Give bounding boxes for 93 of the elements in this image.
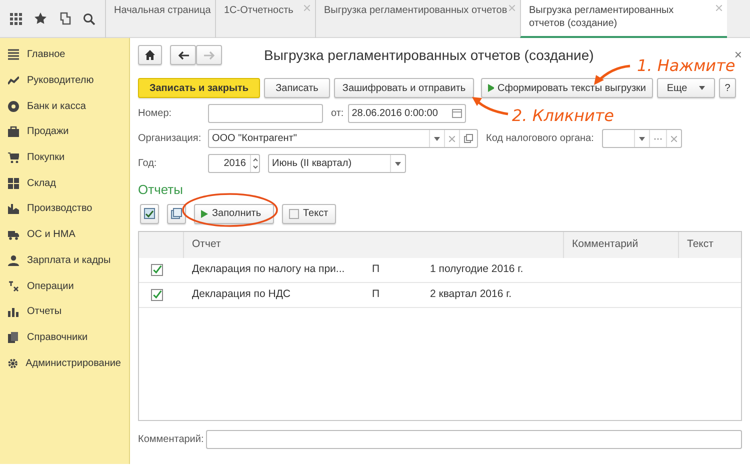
check-all-button[interactable] bbox=[140, 204, 159, 224]
clear-icon[interactable] bbox=[449, 136, 455, 142]
sidebar-item[interactable]: ОС и НМА bbox=[0, 222, 129, 248]
annotation-arrow bbox=[470, 96, 510, 118]
form-title: Выгрузка регламентированных отчетов (создание) bbox=[264, 46, 594, 65]
forward-arrow-icon bbox=[204, 50, 214, 60]
clear-icon[interactable] bbox=[670, 136, 677, 142]
toolbar-button[interactable]: ? bbox=[719, 78, 736, 98]
sidebar-item[interactable]: Банк и касса bbox=[0, 93, 129, 120]
dropdown-icon[interactable] bbox=[395, 162, 401, 166]
uncheck-all-button[interactable] bbox=[167, 204, 186, 224]
comment-field[interactable] bbox=[206, 430, 742, 448]
field-label: Комментарий: bbox=[138, 432, 205, 446]
number-field[interactable] bbox=[208, 104, 323, 123]
sidebar-item[interactable]: Главное bbox=[0, 42, 129, 68]
caret-icon bbox=[699, 86, 706, 90]
spin-arrows-icon[interactable] bbox=[250, 155, 259, 172]
field-label: Год: bbox=[138, 157, 158, 171]
star-icon[interactable] bbox=[34, 12, 47, 25]
tab[interactable]: Выгрузка регламентированных отчетов (создание) bbox=[520, 0, 727, 38]
menu-grid-icon[interactable] bbox=[10, 12, 22, 24]
field-label: Код налогового органа: bbox=[486, 132, 594, 146]
truck-icon bbox=[8, 229, 19, 240]
period-cell: 2 квартал 2016 г. bbox=[422, 282, 741, 308]
gear-icon bbox=[8, 358, 18, 369]
checkbox[interactable] bbox=[151, 288, 163, 300]
sidebar-item[interactable]: Продажи bbox=[0, 119, 129, 145]
checkmark-icon bbox=[152, 264, 162, 274]
column-header[interactable]: Отчет bbox=[184, 232, 564, 258]
checkmark-icon bbox=[152, 290, 162, 300]
calendar-icon[interactable] bbox=[452, 109, 462, 118]
date-field[interactable]: 28.06.2016 0:00:00 bbox=[348, 104, 466, 123]
menu-lines-icon bbox=[8, 49, 19, 60]
search-icon[interactable] bbox=[83, 12, 95, 24]
sidebar-item[interactable]: Производство bbox=[0, 196, 129, 222]
annotation-text: 2. Кликните bbox=[512, 105, 614, 127]
trend-icon bbox=[8, 75, 19, 86]
annotation-text: 1. Нажмите bbox=[637, 56, 736, 77]
sidebar-item[interactable]: Покупки bbox=[0, 144, 129, 170]
grid-icon bbox=[8, 178, 19, 189]
bar-chart-icon bbox=[8, 306, 19, 318]
column-header[interactable]: Комментарий bbox=[564, 232, 679, 258]
back-arrow-icon bbox=[178, 50, 188, 60]
dropdown-icon[interactable] bbox=[638, 136, 645, 140]
dropdown-icon[interactable] bbox=[434, 136, 440, 140]
organization-field[interactable]: ООО "Контрагент" bbox=[208, 129, 478, 148]
sidebar-item[interactable]: Руководителю bbox=[0, 68, 129, 94]
period-cell: 1 полугодие 2016 г. bbox=[422, 258, 741, 282]
sidebar-item[interactable]: Операции bbox=[0, 273, 129, 299]
column-header[interactable]: Текст bbox=[679, 232, 741, 258]
play-icon bbox=[488, 84, 494, 92]
back-button[interactable] bbox=[170, 45, 196, 65]
cart-icon bbox=[8, 152, 19, 164]
sidebar-item[interactable]: Администрирование bbox=[0, 350, 129, 376]
tab[interactable]: 1С-Отчетность bbox=[215, 0, 315, 38]
year-spin-field[interactable]: 2016 bbox=[208, 154, 260, 173]
open-icon[interactable] bbox=[464, 134, 473, 143]
toolbar-button[interactable]: Еще bbox=[657, 78, 715, 98]
table-cell: П bbox=[364, 258, 422, 282]
play-icon bbox=[201, 210, 208, 218]
bag-icon bbox=[8, 126, 19, 138]
sidebar-item[interactable]: Зарплата и кадры bbox=[0, 248, 129, 274]
text-button[interactable]: Текст bbox=[282, 204, 336, 224]
home-icon bbox=[145, 50, 155, 60]
checkbox-icon bbox=[289, 208, 299, 218]
operations-icon bbox=[8, 280, 19, 292]
table-cell: П bbox=[364, 282, 422, 308]
tax-office-field[interactable] bbox=[602, 129, 682, 148]
person-icon bbox=[8, 254, 19, 266]
report-name-cell: Декларация по НДС bbox=[184, 282, 364, 308]
sidebar-item[interactable]: Отчеты bbox=[0, 298, 129, 325]
field-label: Организация: bbox=[138, 132, 202, 146]
close-button[interactable]: × bbox=[734, 45, 742, 65]
home-button[interactable] bbox=[138, 45, 162, 65]
toolbar-button[interactable]: Зашифровать и отправить bbox=[334, 78, 474, 98]
toolbar-button[interactable]: Сформировать тексты выгрузки bbox=[481, 78, 653, 98]
period-select[interactable]: Июнь (II квартал) bbox=[268, 154, 406, 173]
toolbar-button[interactable]: Записать и закрыть bbox=[138, 78, 260, 98]
field-label: Номер: bbox=[138, 107, 173, 121]
books-icon bbox=[8, 332, 19, 343]
sidebar-item[interactable]: Справочники bbox=[0, 324, 129, 350]
checklist-icon bbox=[144, 208, 155, 219]
sidebar-item[interactable]: Склад bbox=[0, 170, 129, 196]
section-heading: Отчеты bbox=[138, 181, 183, 199]
fill-button[interactable]: Заполнить bbox=[194, 204, 274, 224]
factory-icon bbox=[8, 203, 19, 214]
field-label: от: bbox=[331, 107, 344, 121]
close-icon[interactable] bbox=[716, 5, 722, 11]
report-name-cell: Декларация по налогу на при... bbox=[184, 258, 364, 282]
toolbar-button[interactable]: Записать bbox=[264, 78, 330, 98]
coin-icon bbox=[8, 100, 19, 112]
checkbox[interactable] bbox=[151, 264, 163, 276]
pages-icon bbox=[171, 208, 182, 219]
